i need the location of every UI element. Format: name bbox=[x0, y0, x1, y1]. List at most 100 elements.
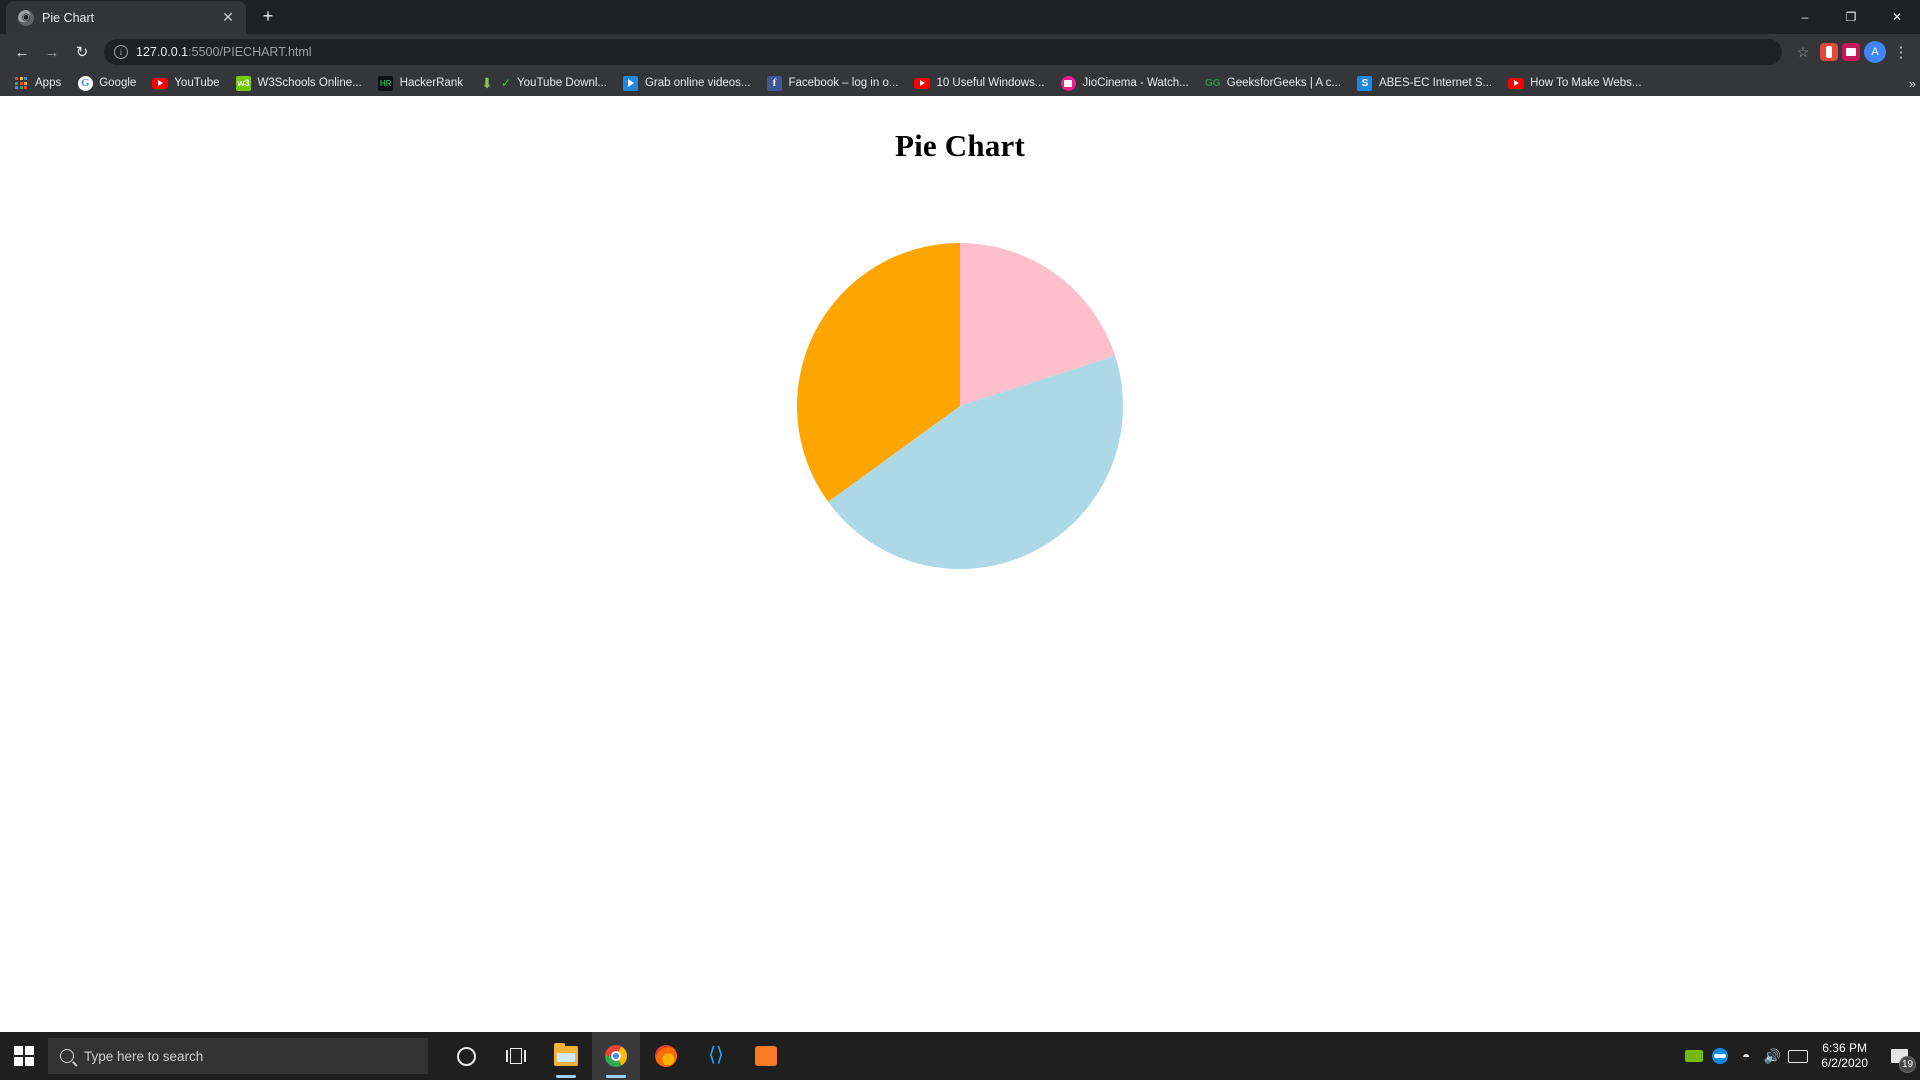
bookmark-youtube[interactable]: YouTube bbox=[145, 72, 226, 94]
file-explorer-button[interactable] bbox=[542, 1032, 590, 1080]
bookmark-w3schools[interactable]: w3 W3Schools Online... bbox=[229, 72, 369, 94]
wifi-icon[interactable]: ◓ bbox=[1733, 1032, 1759, 1080]
url-text: 127.0.0.1:5500/PIECHART.html bbox=[136, 45, 312, 59]
bookmark-hackerrank[interactable]: HR HackerRank bbox=[371, 72, 470, 94]
bookmark-youtube-downloader[interactable]: ⬇ ✓ YouTube Downl... bbox=[472, 72, 614, 94]
facebook-icon: f bbox=[766, 75, 782, 91]
taskbar-icons: ⟨⟩ bbox=[442, 1032, 790, 1080]
url-path: :5500/PIECHART.html bbox=[188, 45, 312, 59]
pie-slice-group bbox=[797, 243, 1123, 569]
task-view-button[interactable] bbox=[492, 1032, 540, 1080]
bookmark-jiocinema[interactable]: JioCinema - Watch... bbox=[1053, 72, 1195, 94]
geeksforgeeks-icon: GG bbox=[1204, 77, 1221, 89]
tab-strip: ◉ Pie Chart ✕ + – ❐ ✕ bbox=[0, 0, 1920, 34]
vscode-icon: ⟨⟩ bbox=[708, 1044, 724, 1066]
bookmarks-overflow-icon[interactable]: » bbox=[1909, 76, 1916, 91]
pie-chart bbox=[790, 236, 1130, 581]
firefox-icon bbox=[655, 1045, 677, 1067]
forward-button[interactable]: → bbox=[38, 38, 66, 66]
address-bar[interactable]: i 127.0.0.1:5500/PIECHART.html bbox=[104, 39, 1782, 65]
bookmark-label: YouTube Downl... bbox=[517, 77, 607, 89]
clock-date: 6/2/2020 bbox=[1821, 1056, 1868, 1070]
extension-icon-red[interactable] bbox=[1820, 43, 1838, 61]
bookmark-apps[interactable]: Apps bbox=[6, 72, 68, 94]
jiocinema-icon bbox=[1060, 75, 1076, 91]
window-controls: – ❐ ✕ bbox=[1782, 0, 1920, 34]
bookmark-label: HackerRank bbox=[399, 77, 463, 89]
toolbar-right: ☆ A ⋮ bbox=[1790, 41, 1912, 63]
windows-taskbar: Type here to search ⟨⟩ ◓ 🔊 6:36 PM 6/2/2… bbox=[0, 1032, 1920, 1080]
firefox-button[interactable] bbox=[642, 1032, 690, 1080]
google-icon: G bbox=[77, 75, 93, 91]
teamviewer-icon[interactable] bbox=[1707, 1032, 1733, 1080]
pie-chart-svg bbox=[797, 243, 1123, 569]
bookmark-how-to-make-website[interactable]: How To Make Webs... bbox=[1501, 72, 1648, 94]
bookmark-abes-ec[interactable]: S ABES-EC Internet S... bbox=[1350, 72, 1499, 94]
minimize-button[interactable]: – bbox=[1782, 0, 1828, 34]
cortana-icon bbox=[456, 1046, 476, 1066]
grab-video-icon bbox=[623, 75, 639, 91]
bookmark-label: 10 Useful Windows... bbox=[936, 77, 1045, 89]
tab-pie-chart[interactable]: ◉ Pie Chart ✕ bbox=[6, 1, 246, 34]
reload-button[interactable]: ↻ bbox=[68, 38, 96, 66]
xampp-icon bbox=[755, 1046, 777, 1066]
youtube-icon bbox=[1508, 75, 1525, 91]
browser-toolbar: ← → ↻ i 127.0.0.1:5500/PIECHART.html ☆ A… bbox=[0, 34, 1920, 70]
back-button[interactable]: ← bbox=[8, 38, 36, 66]
w3schools-icon: w3 bbox=[236, 75, 252, 91]
bookmark-label: GeeksforGeeks | A c... bbox=[1226, 77, 1341, 89]
bookmarks-bar: Apps G Google YouTube w3 W3Schools Onlin… bbox=[0, 70, 1920, 96]
search-icon bbox=[60, 1049, 74, 1063]
youtube-icon bbox=[152, 75, 169, 91]
bookmark-google[interactable]: G Google bbox=[70, 72, 143, 94]
bookmark-grab-online-videos[interactable]: Grab online videos... bbox=[616, 72, 757, 94]
abes-icon: S bbox=[1357, 75, 1373, 91]
bookmark-label: ABES-EC Internet S... bbox=[1378, 77, 1493, 89]
page-title: Pie Chart bbox=[894, 128, 1026, 163]
bookmark-geeksforgeeks[interactable]: GG GeeksforGeeks | A c... bbox=[1198, 72, 1348, 94]
page-viewport: Pie Chart bbox=[0, 96, 1920, 1032]
download-arrow-icon: ⬇ bbox=[481, 75, 493, 91]
cortana-button[interactable] bbox=[442, 1032, 490, 1080]
vs-code-button[interactable]: ⟨⟩ bbox=[692, 1032, 740, 1080]
file-explorer-icon bbox=[554, 1043, 578, 1066]
xampp-button[interactable] bbox=[742, 1032, 790, 1080]
bookmark-star-icon[interactable]: ☆ bbox=[1790, 44, 1816, 61]
google-chrome-button[interactable] bbox=[592, 1032, 640, 1080]
nvidia-icon[interactable] bbox=[1681, 1032, 1707, 1080]
keyboard-icon[interactable] bbox=[1785, 1032, 1811, 1080]
close-window-button[interactable]: ✕ bbox=[1874, 0, 1920, 34]
notifications-button[interactable]: 19 bbox=[1878, 1032, 1920, 1080]
start-button[interactable] bbox=[0, 1032, 48, 1080]
hackerrank-icon: HR bbox=[378, 75, 394, 91]
avatar[interactable]: A bbox=[1864, 41, 1886, 63]
extension-icon-pink[interactable] bbox=[1842, 43, 1860, 61]
apps-grid-icon bbox=[13, 75, 29, 91]
bookmark-label: Apps bbox=[35, 77, 62, 89]
chrome-icon bbox=[605, 1045, 627, 1067]
search-placeholder: Type here to search bbox=[84, 1048, 204, 1064]
check-icon: ✓ bbox=[500, 76, 512, 90]
bookmark-facebook[interactable]: f Facebook – log in o... bbox=[759, 72, 905, 94]
bookmark-label: Grab online videos... bbox=[644, 77, 751, 89]
bookmark-label: Google bbox=[99, 77, 137, 89]
youtube-icon bbox=[914, 75, 931, 91]
url-host: 127.0.0.1 bbox=[136, 45, 189, 59]
close-icon[interactable]: ✕ bbox=[220, 10, 236, 26]
new-tab-button[interactable]: + bbox=[254, 3, 282, 31]
bookmark-label: JioCinema - Watch... bbox=[1082, 77, 1189, 89]
globe-icon: ◉ bbox=[18, 9, 34, 26]
windows-logo-icon bbox=[13, 1045, 35, 1067]
system-tray: ◓ 🔊 6:36 PM 6/2/2020 19 bbox=[1681, 1032, 1920, 1080]
tab-title: Pie Chart bbox=[42, 10, 95, 25]
task-view-icon bbox=[506, 1048, 526, 1064]
taskbar-clock[interactable]: 6:36 PM 6/2/2020 bbox=[1811, 1041, 1878, 1071]
taskbar-search-input[interactable]: Type here to search bbox=[48, 1038, 428, 1074]
chrome-menu-icon[interactable]: ⋮ bbox=[1890, 45, 1912, 60]
site-info-icon[interactable]: i bbox=[114, 45, 128, 59]
maximize-button[interactable]: ❐ bbox=[1828, 0, 1874, 34]
clock-time: 6:36 PM bbox=[1822, 1041, 1867, 1055]
bookmark-label: How To Make Webs... bbox=[1530, 77, 1642, 89]
bookmark-10-useful-windows[interactable]: 10 Useful Windows... bbox=[907, 72, 1051, 94]
volume-icon[interactable]: 🔊 bbox=[1759, 1032, 1785, 1080]
